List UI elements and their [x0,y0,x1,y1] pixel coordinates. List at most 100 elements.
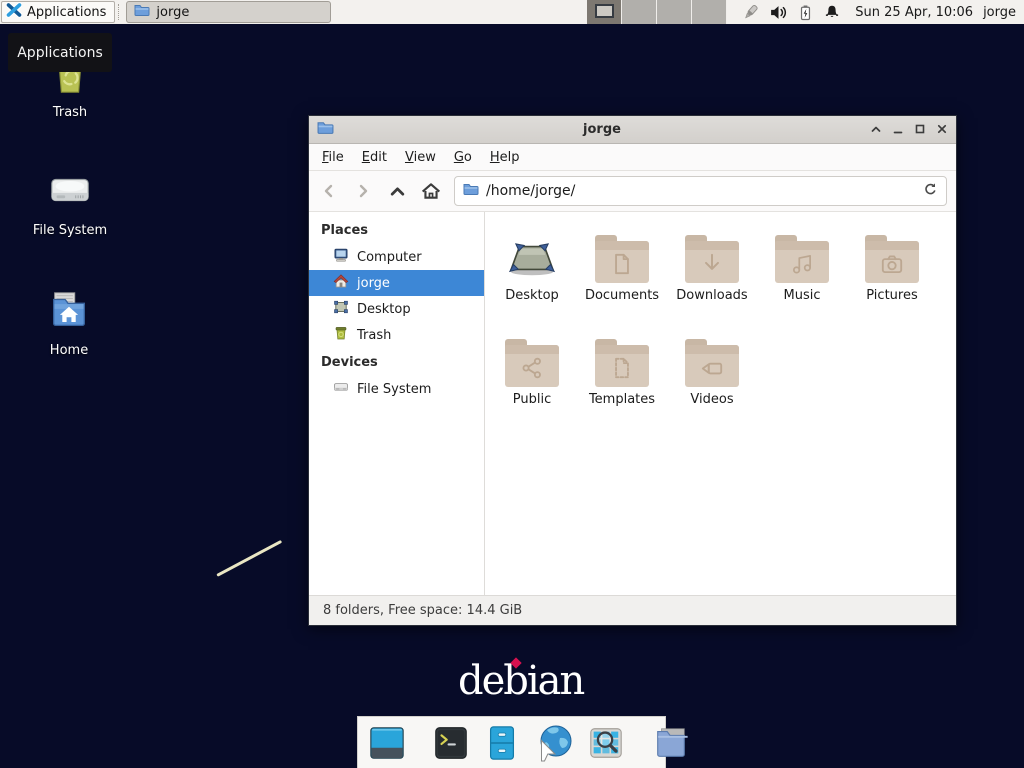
status-bar: 8 folders, Free space: 14.4 GiB [309,595,956,625]
app-finder-icon[interactable] [587,724,625,762]
drive-icon [333,379,349,399]
folder-item-label: Pictures [866,288,917,303]
desktop-icon-label: Home [50,343,88,358]
public-folder-icon [505,345,559,387]
debian-wordmark: debian [458,658,583,704]
sidebar-item-label: jorge [357,276,390,291]
taskbar-window-button[interactable]: jorge [126,1,331,23]
wallpaper-swoosh [216,540,282,577]
toolbar: /home/jorge/ [309,171,956,212]
folder-icon[interactable] [651,724,691,762]
window-title: jorge [334,122,870,137]
minimize-icon[interactable] [892,120,904,139]
workspace-2[interactable] [622,0,657,24]
folder-item-documents[interactable]: Documents [577,225,667,321]
file-manager-window: jorge File Edit View Go Help [308,115,957,626]
desktop-surface-icon [506,225,558,283]
forward-icon[interactable] [352,180,374,202]
menu-help[interactable]: Help [481,146,529,169]
workspace-window-preview [595,4,614,18]
folder-item-label: Templates [589,392,655,407]
folder-item-label: Documents [585,288,659,303]
workspace-switcher[interactable] [587,0,727,24]
home-icon[interactable] [420,180,442,202]
terminal-icon[interactable] [432,724,470,762]
folder-item-label: Public [513,392,551,407]
bottom-dock [357,716,666,768]
sidebar-item-file-system[interactable]: File System [309,376,484,402]
window-folder-icon [317,119,334,140]
path-value[interactable]: /home/jorge/ [486,183,916,199]
window-controls [870,120,948,139]
desktop-icon-label: File System [33,223,107,238]
sidebar-header-places: Places [309,216,484,244]
sidebar-item-label: Trash [357,328,391,343]
maximize-icon[interactable] [914,120,926,139]
folder-item-videos[interactable]: Videos [667,329,757,425]
shade-icon[interactable] [870,120,882,139]
sidebar-item-trash[interactable]: Trash [309,322,484,348]
folder-item-music[interactable]: Music [757,225,847,321]
computer-icon [333,247,349,267]
documents-folder-icon [595,241,649,283]
folder-item-public[interactable]: Public [487,329,577,425]
volume-icon[interactable] [769,3,788,22]
window-titlebar[interactable]: jorge [309,116,956,144]
workspace-4[interactable] [692,0,727,24]
home-folder-icon [46,288,92,338]
menu-file[interactable]: File [313,146,353,169]
reload-icon[interactable] [923,182,938,201]
sidebar-item-jorge[interactable]: jorge [309,270,484,296]
places-sidebar: Places Computer [309,212,485,595]
templates-folder-icon [595,345,649,387]
menu-view[interactable]: View [396,146,445,169]
pictures-folder-icon [865,241,919,283]
debian-text: debian [458,658,583,704]
desktop-icon-home[interactable]: Home [19,288,119,358]
path-folder-icon [463,181,479,201]
workspace-3[interactable] [657,0,692,24]
folder-item-downloads[interactable]: Downloads [667,225,757,321]
up-icon[interactable] [386,180,408,202]
pen-icon[interactable] [741,3,760,22]
window-content: Places Computer [309,212,956,595]
close-icon[interactable] [936,120,948,139]
file-cabinet-icon[interactable] [483,724,521,762]
folder-item-label: Videos [690,392,733,407]
folder-item-templates[interactable]: Templates [577,329,667,425]
folder-item-desktop[interactable]: Desktop [487,225,577,321]
web-browser-icon[interactable] [534,723,574,763]
sidebar-item-label: Desktop [357,302,411,317]
window-icon[interactable] [368,724,406,762]
menu-go[interactable]: Go [445,146,481,169]
status-text: 8 folders, Free space: 14.4 GiB [323,603,522,618]
sidebar-item-label: Computer [357,250,422,265]
path-entry[interactable]: /home/jorge/ [454,176,947,206]
menu-edit[interactable]: Edit [353,146,396,169]
folder-item-pictures[interactable]: Pictures [847,225,937,321]
panel-handle [118,4,119,20]
notifications-bell-icon[interactable] [823,3,841,22]
applications-menu-button[interactable]: Applications [1,1,115,23]
sidebar-header-devices: Devices [309,348,484,376]
top-panel: Applications jorge [0,0,1024,24]
desktop-icon-label: Trash [53,105,87,120]
folder-item-label: Downloads [676,288,747,303]
taskbar-window-label: jorge [156,5,189,20]
system-tray [741,3,841,22]
tooltip-text: Applications [17,45,103,61]
sidebar-item-computer[interactable]: Computer [309,244,484,270]
panel-clock[interactable]: Sun 25 Apr, 10:06 [855,5,973,20]
folder-icon [134,2,150,22]
music-folder-icon [775,241,829,283]
desktop-icon-file-system[interactable]: File System [20,168,120,238]
hard-drive-icon [47,168,93,218]
xfce-logo-icon [6,2,22,22]
sidebar-item-desktop[interactable]: Desktop [309,296,484,322]
back-icon[interactable] [318,180,340,202]
videos-folder-icon [685,345,739,387]
folder-item-label: Music [784,288,821,303]
folder-item-label: Desktop [505,288,559,303]
battery-icon[interactable] [797,3,814,22]
workspace-1[interactable] [587,0,622,24]
